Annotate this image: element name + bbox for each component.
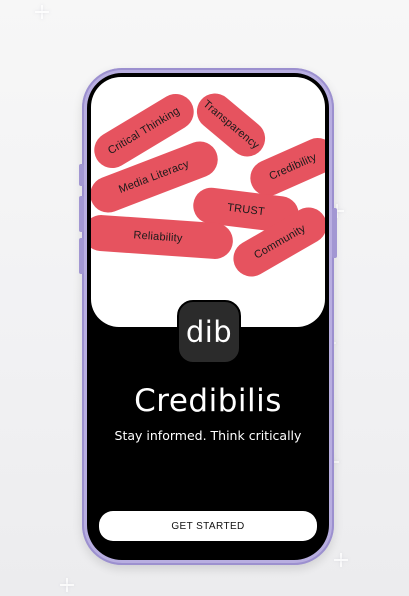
phone-side-button bbox=[79, 238, 84, 274]
phone-screen: Critical Thinking Transparency Credibili… bbox=[87, 73, 329, 560]
sparkle-decoration bbox=[334, 553, 348, 567]
get-started-button[interactable]: GET STARTED bbox=[99, 511, 317, 541]
sparkle-decoration bbox=[60, 578, 74, 592]
phone-side-button bbox=[79, 196, 84, 232]
app-logo: dib bbox=[177, 300, 241, 364]
phone-frame: Critical Thinking Transparency Credibili… bbox=[79, 68, 337, 565]
phone-side-button bbox=[332, 208, 337, 258]
sparkle-decoration bbox=[35, 5, 49, 19]
app-tagline: Stay informed. Think critically bbox=[114, 428, 302, 443]
phone-side-button bbox=[79, 164, 84, 186]
logo-text: dib bbox=[185, 315, 233, 349]
tag-cloud-card: Critical Thinking Transparency Credibili… bbox=[91, 77, 325, 327]
app-title: Credibilis bbox=[134, 383, 282, 419]
